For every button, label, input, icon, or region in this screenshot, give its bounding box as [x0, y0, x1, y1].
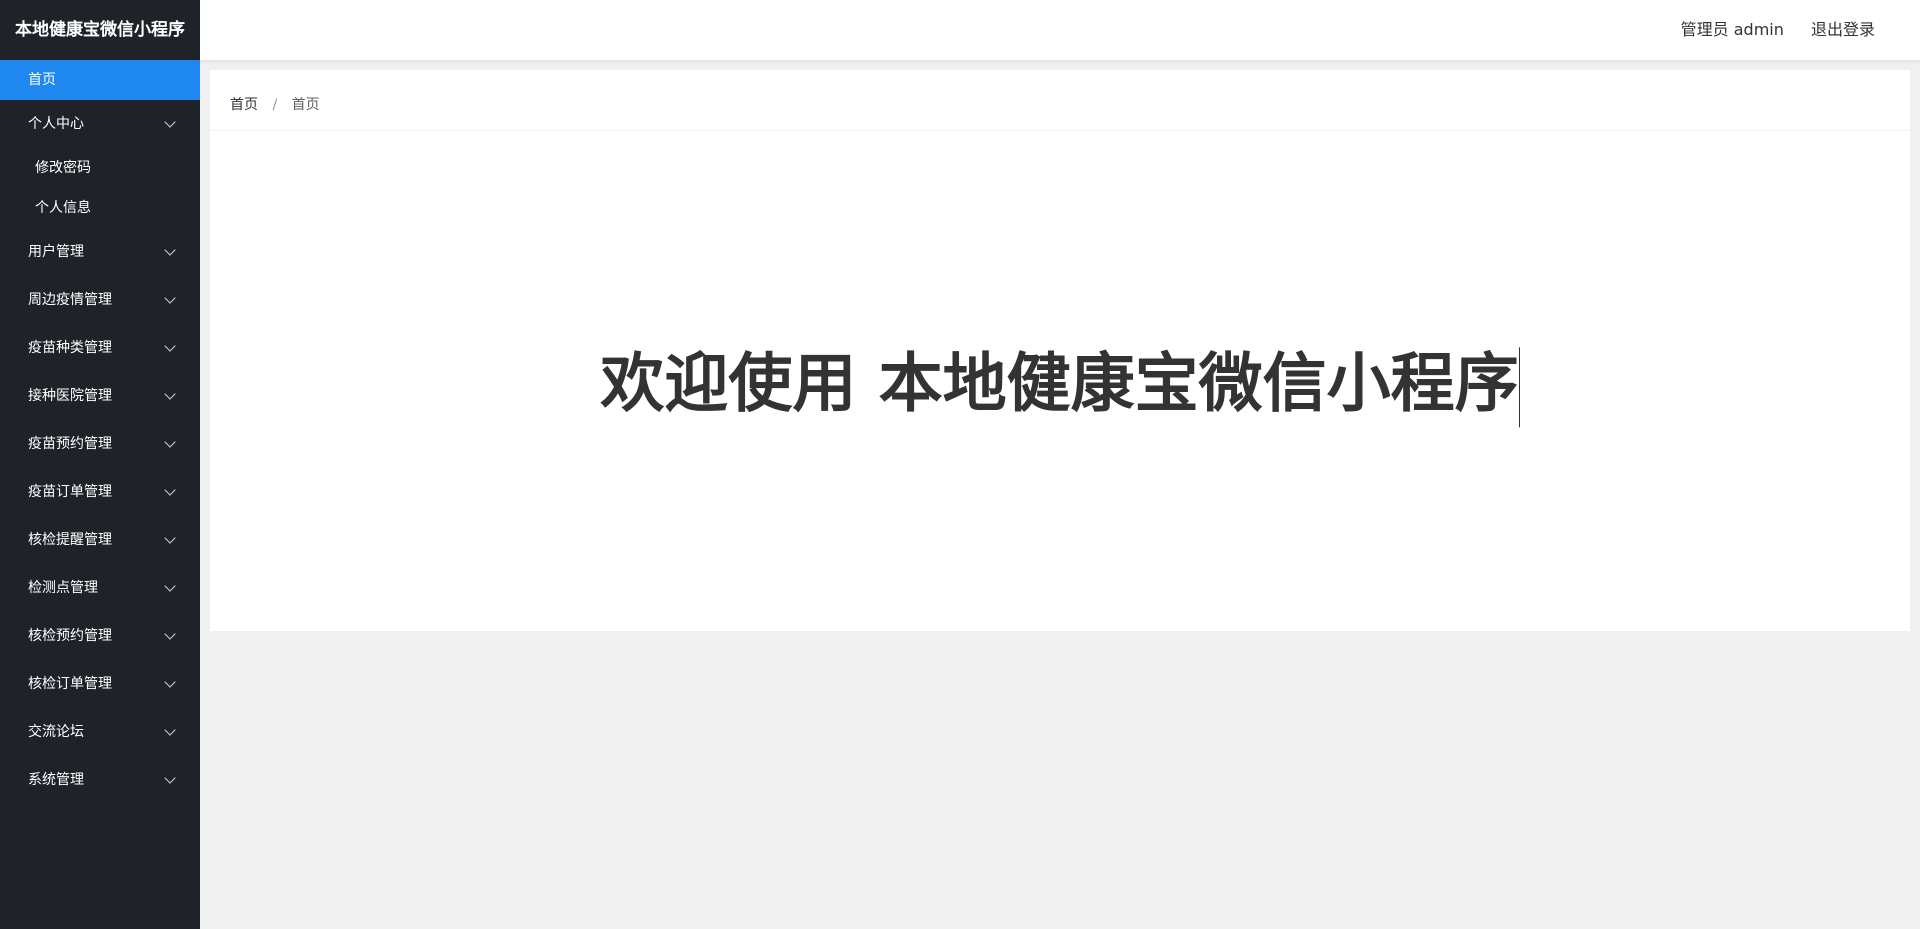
header-user-area: 管理员 admin 退出登录 — [1659, 0, 1875, 60]
sidebar-menu: 首页 个人中心 修改密码 个人信息 用户管理 周边疫情管理 疫苗种类管理 接种医… — [0, 60, 200, 804]
sidebar-item-personal-center[interactable]: 个人中心 — [0, 100, 200, 148]
sidebar-item-label: 核检预约管理 — [28, 628, 112, 644]
sidebar-item-label: 个人中心 — [28, 116, 84, 132]
chevron-down-icon — [164, 292, 176, 304]
sidebar-item-label: 核检订单管理 — [28, 676, 112, 692]
chevron-down-icon — [164, 532, 176, 544]
chevron-down-icon — [164, 340, 176, 352]
sidebar-item-nearby-epidemic[interactable]: 周边疫情管理 — [0, 276, 200, 324]
breadcrumb-separator: / — [272, 97, 278, 113]
sidebar-item-vaccine-appointments[interactable]: 疫苗预约管理 — [0, 420, 200, 468]
welcome-text: 欢迎使用 本地健康宝微信小程序 — [600, 347, 1519, 422]
sidebar-subitem-label: 修改密码 — [35, 160, 91, 176]
chevron-down-icon — [164, 772, 176, 784]
main-content: 首页 / 首页 欢迎使用 本地健康宝微信小程序 — [210, 70, 1910, 631]
chevron-down-icon — [164, 244, 176, 256]
chevron-down-icon — [164, 436, 176, 448]
sidebar-item-vaccination-hospitals[interactable]: 接种医院管理 — [0, 372, 200, 420]
sidebar-item-label: 核检提醒管理 — [28, 532, 112, 548]
sidebar: 本地健康宝微信小程序 首页 个人中心 修改密码 个人信息 用户管理 周边疫情管理 — [0, 0, 200, 929]
sidebar-item-label: 疫苗预约管理 — [28, 436, 112, 452]
sidebar-subitem-change-password[interactable]: 修改密码 — [0, 148, 200, 188]
sidebar-item-forum[interactable]: 交流论坛 — [0, 708, 200, 756]
sidebar-item-label: 交流论坛 — [28, 724, 84, 740]
breadcrumb-current: 首页 — [291, 97, 320, 113]
sidebar-item-vaccine-orders[interactable]: 疫苗订单管理 — [0, 468, 200, 516]
sidebar-item-label: 检测点管理 — [28, 580, 98, 596]
text-cursor — [1518, 347, 1520, 428]
sidebar-item-test-appointments[interactable]: 核检预约管理 — [0, 612, 200, 660]
sidebar-subitem-label: 个人信息 — [35, 200, 91, 216]
top-header: 管理员 admin 退出登录 — [200, 0, 1920, 60]
sidebar-item-label: 疫苗种类管理 — [28, 340, 112, 356]
sidebar-item-test-reminders[interactable]: 核检提醒管理 — [0, 516, 200, 564]
chevron-down-icon — [164, 388, 176, 400]
breadcrumb: 首页 / 首页 — [210, 70, 1910, 131]
breadcrumb-home-link[interactable]: 首页 — [230, 97, 258, 113]
sidebar-item-label: 接种医院管理 — [28, 388, 112, 404]
welcome-heading: 欢迎使用 本地健康宝微信小程序 — [210, 332, 1910, 428]
sidebar-item-label: 周边疫情管理 — [28, 292, 112, 308]
sidebar-item-test-orders[interactable]: 核检订单管理 — [0, 660, 200, 708]
chevron-down-icon — [164, 724, 176, 736]
sidebar-item-label: 用户管理 — [28, 244, 84, 260]
chevron-down-icon — [164, 484, 176, 496]
sidebar-item-test-sites[interactable]: 检测点管理 — [0, 564, 200, 612]
sidebar-item-home[interactable]: 首页 — [0, 60, 200, 100]
brand-title: 本地健康宝微信小程序 — [15, 20, 185, 40]
sidebar-item-vaccine-types[interactable]: 疫苗种类管理 — [0, 324, 200, 372]
sidebar-subitem-personal-info[interactable]: 个人信息 — [0, 188, 200, 228]
logout-button[interactable]: 退出登录 — [1811, 20, 1875, 39]
chevron-down-icon — [164, 116, 176, 128]
app-root: 本地健康宝微信小程序 首页 个人中心 修改密码 个人信息 用户管理 周边疫情管理 — [0, 0, 1920, 929]
sidebar-item-label: 首页 — [28, 72, 56, 88]
sidebar-item-system-management[interactable]: 系统管理 — [0, 756, 200, 804]
chevron-down-icon — [164, 676, 176, 688]
chevron-down-icon — [164, 580, 176, 592]
sidebar-item-label: 系统管理 — [28, 772, 84, 788]
sidebar-item-label: 疫苗订单管理 — [28, 484, 112, 500]
chevron-down-icon — [164, 628, 176, 640]
sidebar-item-user-management[interactable]: 用户管理 — [0, 228, 200, 276]
current-user: 管理员 admin — [1680, 20, 1784, 39]
